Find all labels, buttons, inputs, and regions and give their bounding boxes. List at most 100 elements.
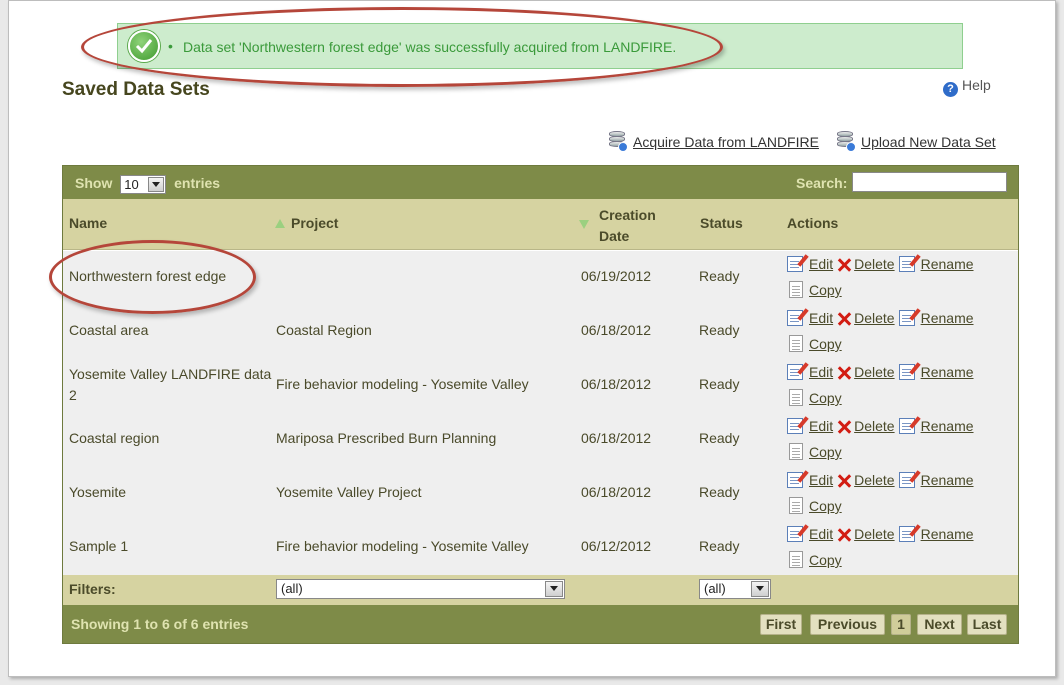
edit-icon[interactable]	[787, 472, 803, 488]
rename-link[interactable]: Rename	[921, 310, 974, 326]
help-link[interactable]: ? Help	[943, 77, 991, 97]
dataset-name: Yosemite Valley LANDFIRE data 2	[69, 366, 272, 403]
next-page-button[interactable]: Next	[917, 614, 962, 635]
rename-link[interactable]: Rename	[921, 256, 974, 272]
delete-icon[interactable]	[837, 474, 851, 488]
rename-icon[interactable]	[898, 256, 915, 272]
status-filter-select[interactable]: (all)	[699, 579, 771, 599]
dataset-status: Ready	[699, 538, 740, 554]
col-header-project-label: Project	[291, 215, 339, 231]
page-size-select[interactable]: 10	[120, 175, 167, 194]
row-actions-top: Edit Delete Rename	[787, 418, 978, 434]
help-label: Help	[962, 77, 991, 93]
row-actions-bottom: Copy	[789, 551, 846, 568]
copy-link[interactable]: Copy	[809, 498, 842, 514]
copy-icon[interactable]	[789, 497, 803, 514]
copy-link[interactable]: Copy	[809, 390, 842, 406]
col-header-creation-date[interactable]: Creation Date	[599, 205, 656, 247]
copy-link[interactable]: Copy	[809, 444, 842, 460]
dataset-name: Coastal region	[69, 430, 160, 446]
dataset-date: 06/19/2012	[581, 268, 652, 284]
row-actions-top: Edit Delete Rename	[787, 526, 978, 542]
col-header-creation-label-2: Date	[599, 228, 630, 244]
datasets-table: Show 10 entries Search: Name Project Cre…	[62, 165, 1019, 644]
col-header-name[interactable]: Name	[69, 215, 107, 231]
edit-link[interactable]: Edit	[809, 310, 833, 326]
edit-icon[interactable]	[787, 256, 803, 272]
rename-icon[interactable]	[898, 472, 915, 488]
rename-icon[interactable]	[898, 526, 915, 542]
database-download-icon	[609, 131, 628, 152]
chevron-down-icon	[148, 177, 165, 192]
col-header-status[interactable]: Status	[700, 215, 743, 231]
delete-icon[interactable]	[837, 528, 851, 542]
page-title: Saved Data Sets	[62, 79, 210, 100]
status-filter-value: (all)	[704, 581, 726, 596]
rename-link[interactable]: Rename	[921, 418, 974, 434]
edit-icon[interactable]	[787, 364, 803, 380]
delete-link[interactable]: Delete	[854, 256, 894, 272]
delete-icon[interactable]	[837, 366, 851, 380]
dataset-project: Yosemite Valley Project	[276, 484, 422, 500]
search-input[interactable]	[852, 172, 1007, 192]
edit-link[interactable]: Edit	[809, 418, 833, 434]
row-actions-bottom: Copy	[789, 389, 846, 406]
edit-link[interactable]: Edit	[809, 526, 833, 542]
col-header-project[interactable]: Project	[275, 215, 338, 231]
current-page-button[interactable]: 1	[891, 614, 911, 635]
delete-icon[interactable]	[837, 258, 851, 272]
edit-link[interactable]: Edit	[809, 364, 833, 380]
dataset-date: 06/18/2012	[581, 376, 652, 392]
copy-link[interactable]: Copy	[809, 336, 842, 352]
project-filter-value: (all)	[281, 581, 303, 596]
rename-icon[interactable]	[898, 364, 915, 380]
rename-icon[interactable]	[898, 310, 915, 326]
edit-icon[interactable]	[787, 310, 803, 326]
first-page-button[interactable]: First	[760, 614, 802, 635]
help-icon: ?	[943, 82, 958, 97]
rename-icon[interactable]	[898, 418, 915, 434]
dataset-project: Mariposa Prescribed Burn Planning	[276, 430, 497, 446]
row-actions-top: Edit Delete Rename	[787, 256, 978, 272]
upload-dataset-link[interactable]: Upload New Data Set	[837, 131, 996, 152]
copy-link[interactable]: Copy	[809, 282, 842, 298]
delete-link[interactable]: Delete	[854, 418, 894, 434]
delete-link[interactable]: Delete	[854, 310, 894, 326]
rename-link[interactable]: Rename	[921, 526, 974, 542]
row-actions-top: Edit Delete Rename	[787, 472, 978, 488]
row-actions-top: Edit Delete Rename	[787, 364, 978, 380]
col-header-creation-label-1: Creation	[599, 207, 656, 223]
dataset-name: Sample 1	[69, 538, 129, 554]
delete-icon[interactable]	[837, 420, 851, 434]
copy-link[interactable]: Copy	[809, 552, 842, 568]
copy-icon[interactable]	[789, 443, 803, 460]
dataset-name: Coastal area	[69, 322, 149, 338]
rename-link[interactable]: Rename	[921, 364, 974, 380]
edit-link[interactable]: Edit	[809, 472, 833, 488]
edit-link[interactable]: Edit	[809, 256, 833, 272]
edit-icon[interactable]	[787, 526, 803, 542]
copy-icon[interactable]	[789, 281, 803, 298]
copy-icon[interactable]	[789, 551, 803, 568]
entries-info: Showing 1 to 6 of 6 entries	[71, 616, 249, 632]
copy-icon[interactable]	[789, 389, 803, 406]
dataset-name: Yosemite	[69, 484, 127, 500]
search-label: Search:	[796, 175, 848, 191]
delete-link[interactable]: Delete	[854, 526, 894, 542]
page-size-value: 10	[124, 177, 139, 192]
entries-label: entries	[174, 175, 221, 191]
dataset-date: 06/18/2012	[581, 484, 652, 500]
previous-page-button[interactable]: Previous	[810, 614, 885, 635]
edit-icon[interactable]	[787, 418, 803, 434]
rename-link[interactable]: Rename	[921, 472, 974, 488]
last-page-button[interactable]: Last	[967, 614, 1007, 635]
acquire-landfire-link[interactable]: Acquire Data from LANDFIRE	[609, 131, 819, 152]
delete-link[interactable]: Delete	[854, 364, 894, 380]
table-header: Name Project Creation Date Status Actions	[63, 199, 1018, 250]
project-filter-select[interactable]: (all)	[276, 579, 565, 599]
database-upload-icon	[837, 131, 856, 152]
delete-icon[interactable]	[837, 312, 851, 326]
delete-link[interactable]: Delete	[854, 472, 894, 488]
table-top-bar: Show 10 entries Search:	[63, 166, 1018, 199]
copy-icon[interactable]	[789, 335, 803, 352]
